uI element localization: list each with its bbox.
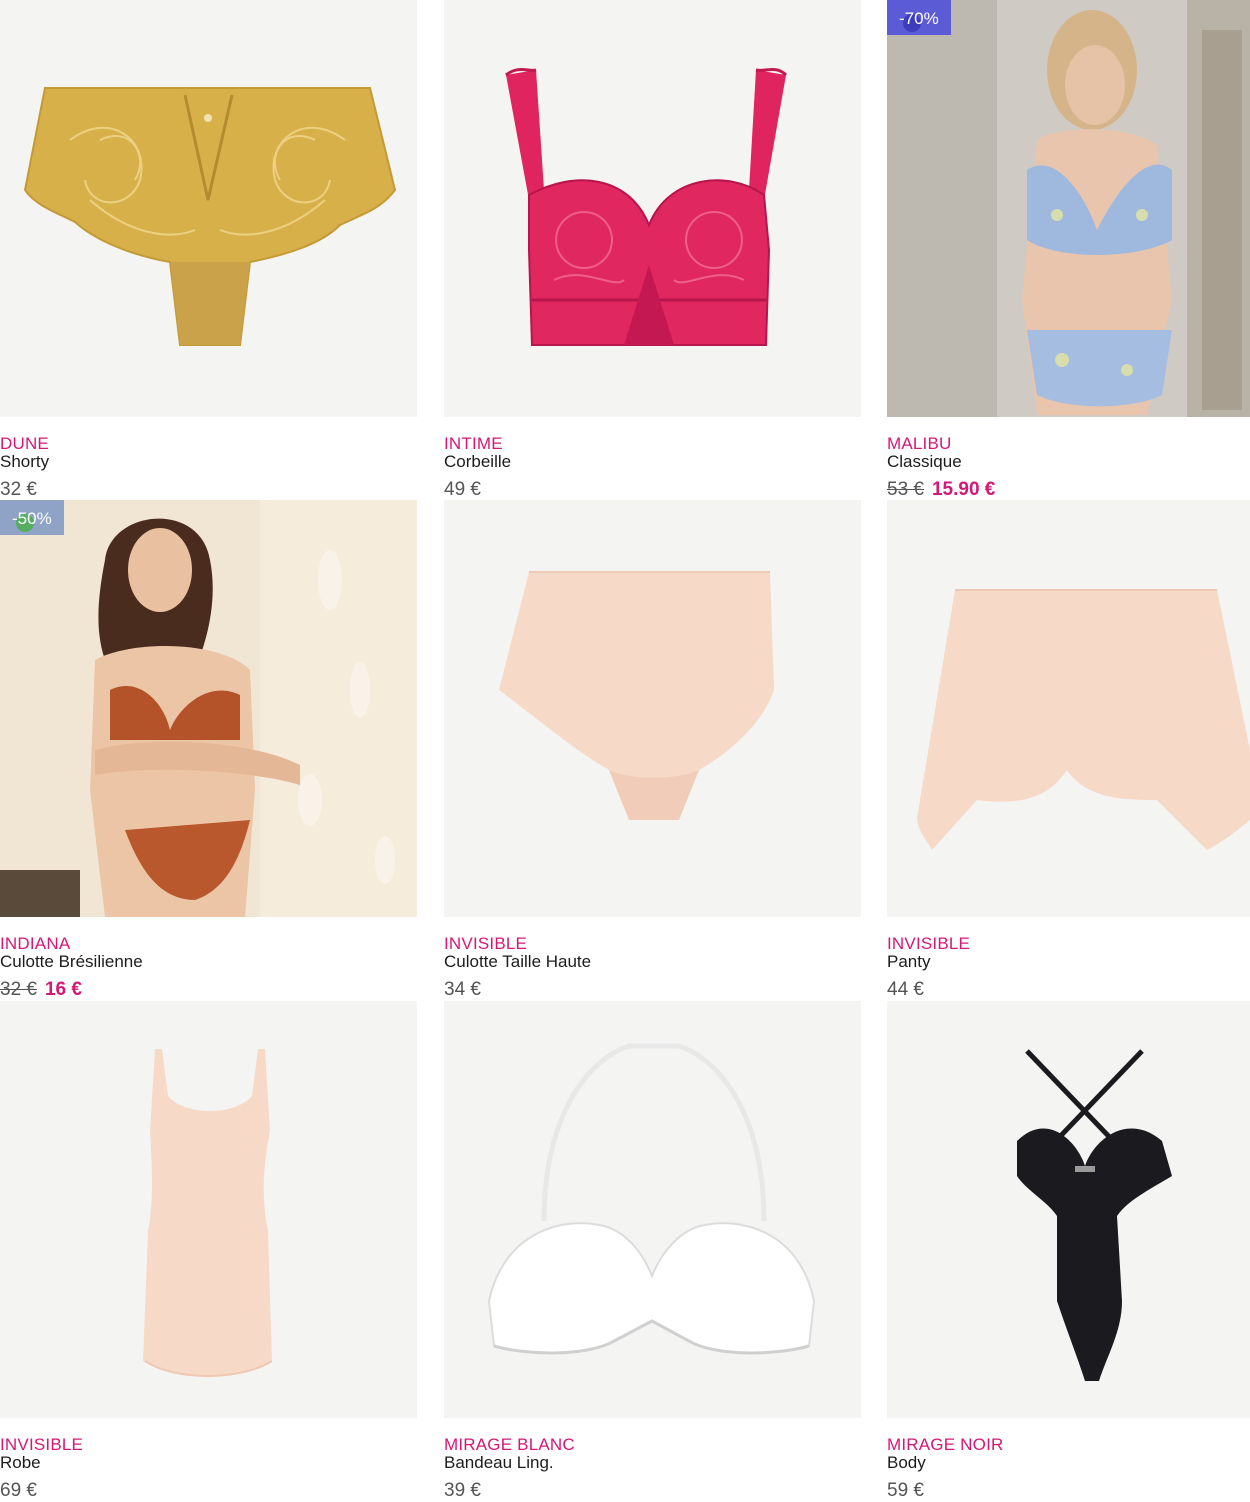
product-brand[interactable]: INTIME [444,434,503,454]
product-name[interactable]: Classique [887,452,962,472]
bodysuit-black-icon [1017,1049,1172,1381]
product-image[interactable] [444,0,861,417]
product-name[interactable]: Panty [887,952,930,972]
product-name[interactable]: Bandeau Ling. [444,1453,554,1473]
product-brand[interactable]: MIRAGE NOIR [887,1435,1004,1455]
discount-badge-label: -50% [12,509,52,528]
product-name[interactable]: Culotte Brésilienne [0,952,143,972]
lace-shorty-mustard-icon [23,87,397,346]
product-name[interactable]: Robe [0,1453,41,1473]
sale-price: 15.90 € [931,479,996,500]
high-waist-brief-icon [499,571,774,820]
sale-price: 16 € [44,979,82,1000]
product-card[interactable]: INTIME Corbeille 49 € [444,0,861,500]
product-brand[interactable]: DUNE [0,434,49,454]
product-image[interactable]: -50% [0,500,417,917]
model-photo-icon [0,500,417,917]
product-image[interactable] [444,1001,861,1418]
lace-bra-fuchsia-icon [505,68,788,346]
product-image[interactable] [887,1001,1250,1418]
product-card[interactable]: MIRAGE NOIR Body 59 € [887,1001,1250,1501]
product-image[interactable] [0,0,417,417]
product-image[interactable] [887,500,1250,917]
product-brand[interactable]: INDIANA [0,934,70,954]
product-card[interactable]: INVISIBLE Culotte Taille Haute 34 € [444,500,861,1001]
model-photo-icon [887,0,1250,417]
product-price: 69 € [0,1480,37,1501]
product-grid: DUNE Shorty 32 € INTIME Corbeille 49 € -… [0,0,1250,1501]
product-price: 59 € [887,1480,924,1501]
product-name[interactable]: Corbeille [444,452,511,472]
old-price: 32 € [0,979,37,1000]
product-brand[interactable]: INVISIBLE [0,1435,83,1455]
product-card[interactable]: -70% MALIBU Classique 53 € 15.90 € [887,0,1250,500]
old-price: 53 € [887,479,924,500]
product-brand[interactable]: MIRAGE BLANC [444,1435,575,1455]
discount-badge: -70% [887,0,951,35]
product-name[interactable]: Shorty [0,452,49,472]
product-price: 34 € [444,979,481,1000]
product-card[interactable]: MIRAGE BLANC Bandeau Ling. 39 € [444,1001,861,1501]
discount-badge: -50% [0,500,64,535]
slip-dress-icon [143,1049,273,1377]
product-brand[interactable]: INVISIBLE [887,934,970,954]
discount-badge-label: -70% [899,9,939,28]
product-card[interactable]: INVISIBLE Panty 44 € [887,500,1250,1001]
strapless-bra-white-icon [487,1043,816,1355]
product-brand[interactable]: MALIBU [887,434,952,454]
product-name[interactable]: Body [887,1453,926,1473]
product-price: 39 € [444,1480,481,1501]
product-price: 44 € [887,979,924,1000]
product-image[interactable] [444,500,861,917]
product-card[interactable]: INVISIBLE Robe 69 € [0,1001,417,1501]
product-price: 32 € [0,479,37,500]
product-image[interactable]: -70% [887,0,1250,417]
product-card[interactable]: -50% INDIANA Culotte Brésilienne 32 € 16 … [0,500,417,1001]
product-image[interactable] [0,1001,417,1418]
product-brand[interactable]: INVISIBLE [444,934,527,954]
product-price: 53 € 15.90 € [887,479,995,501]
product-price: 32 € 16 € [0,979,82,1001]
product-name[interactable]: Culotte Taille Haute [444,952,591,972]
panty-short-icon [917,589,1250,850]
product-price: 49 € [444,479,481,500]
product-card[interactable]: DUNE Shorty 32 € [0,0,417,500]
